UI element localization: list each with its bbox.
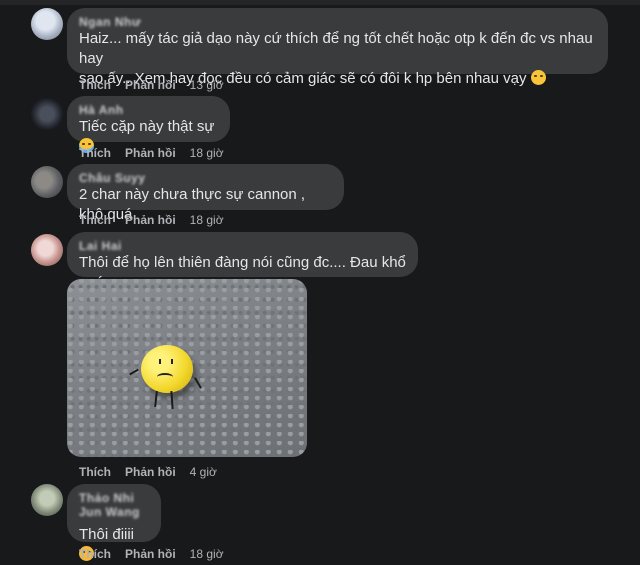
reply-button[interactable]: Phản hồi bbox=[125, 213, 176, 227]
lemon-arm bbox=[194, 377, 202, 389]
comment-text-content: Tiếc cặp này thật sự bbox=[79, 118, 215, 135]
comment-time[interactable]: 18 giờ bbox=[190, 213, 224, 227]
previous-comment-actions bbox=[0, 0, 640, 5]
comment-time[interactable]: 18 giờ bbox=[190, 146, 224, 160]
avatar[interactable] bbox=[31, 98, 63, 130]
like-button[interactable]: Thích bbox=[79, 213, 111, 227]
comment-author[interactable]: Thảo Nhi Jun Wang bbox=[79, 491, 149, 519]
avatar[interactable] bbox=[31, 484, 63, 516]
reply-button[interactable]: Phản hồi bbox=[125, 547, 176, 561]
like-button[interactable]: Thích bbox=[79, 146, 111, 160]
comment-bubble: Ngan Như Haiz... mấy tác giả dạo này cứ … bbox=[67, 8, 608, 87]
reply-button[interactable]: Phản hồi bbox=[125, 146, 176, 160]
lemon-leg bbox=[170, 390, 174, 410]
comment-bubble: Lai Hai Thôi để họ lên thiên đàng nói cũ… bbox=[67, 232, 418, 291]
avatar[interactable] bbox=[31, 8, 63, 40]
comment-bubble: Hà Anh Tiếc cặp này thật sự bbox=[67, 96, 230, 153]
lemon-eye bbox=[159, 359, 161, 364]
comment-actions: Thích Phản hồi 18 giờ bbox=[79, 146, 238, 160]
comment-time[interactable]: 13 giờ bbox=[190, 78, 224, 92]
comment-time[interactable]: 18 giờ bbox=[190, 547, 224, 561]
comment-bubble: Thảo Nhi Jun Wang Thôi điiii bbox=[67, 484, 161, 561]
reply-button[interactable]: Phản hồi bbox=[125, 78, 176, 92]
avatar[interactable] bbox=[31, 166, 63, 198]
lemon-eye bbox=[171, 359, 173, 364]
comment-actions: Thích Phản hồi 18 giờ bbox=[79, 213, 238, 227]
comment-author[interactable]: Châu Suyy bbox=[79, 171, 332, 185]
comment-author[interactable]: Lai Hai bbox=[79, 239, 406, 253]
lemon-character bbox=[141, 345, 193, 393]
comment-actions: Thích Phản hồi 13 giờ bbox=[79, 78, 238, 92]
like-button[interactable]: Thích bbox=[79, 78, 111, 92]
reply-button[interactable]: Phản hồi bbox=[125, 465, 176, 479]
avatar[interactable] bbox=[31, 234, 63, 266]
like-button[interactable]: Thích bbox=[79, 547, 111, 561]
lemon-mouth bbox=[157, 373, 173, 381]
comment-actions: Thích Phản hồi 18 giờ bbox=[79, 547, 238, 561]
lemon-arm bbox=[129, 368, 139, 376]
comment-time[interactable]: 4 giờ bbox=[190, 465, 217, 479]
like-button[interactable]: Thích bbox=[79, 465, 111, 479]
disappointed-face-icon bbox=[530, 70, 546, 85]
comment-actions: Thích Phản hồi 4 giờ bbox=[79, 465, 231, 479]
lemon-leg bbox=[154, 390, 158, 408]
sad-lemon-photo[interactable] bbox=[67, 279, 307, 457]
comment-text-content: Thôi điiii bbox=[79, 526, 135, 543]
comment-author[interactable]: Hà Anh bbox=[79, 103, 218, 117]
comment-bubble: Châu Suyy 2 char này chưa thực sự cannon… bbox=[67, 164, 344, 223]
comment-author[interactable]: Ngan Như bbox=[79, 15, 596, 29]
